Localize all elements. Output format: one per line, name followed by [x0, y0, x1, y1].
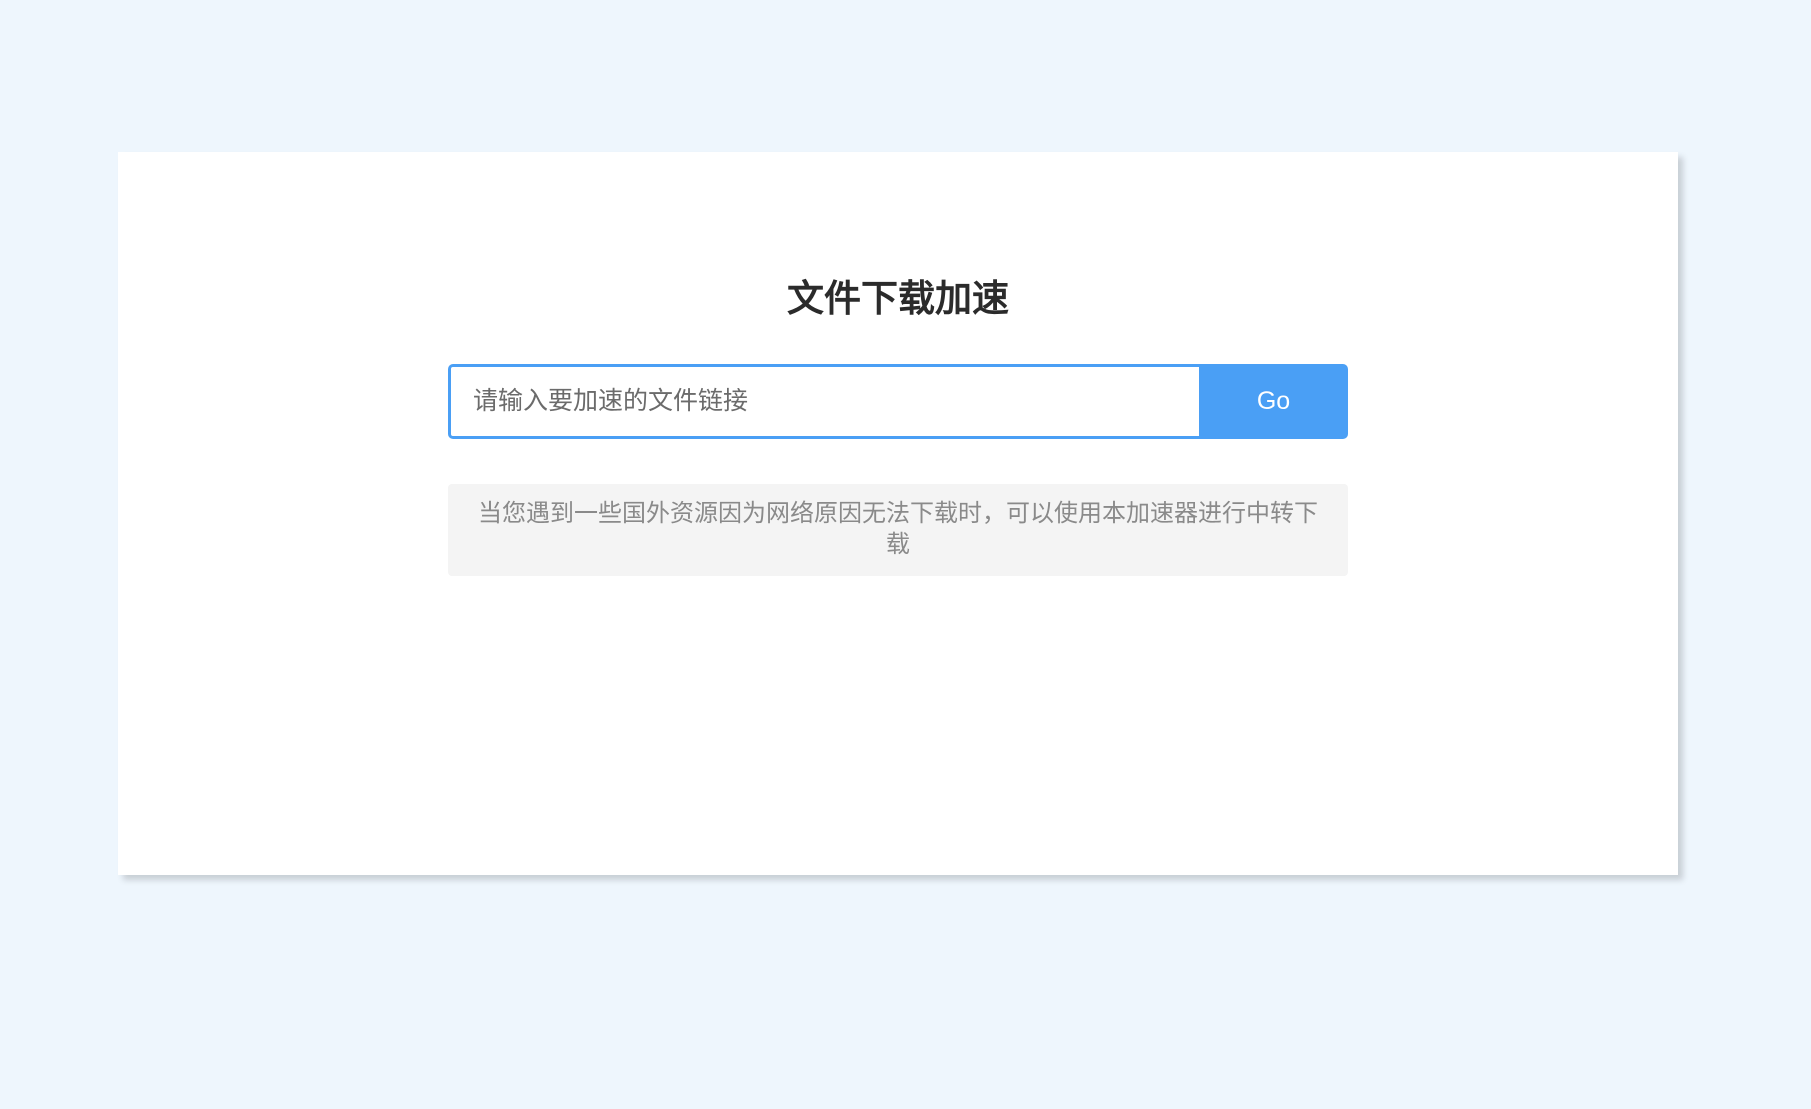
url-input[interactable] [448, 364, 1199, 439]
main-card: 文件下载加速 Go 当您遇到一些国外资源因为网络原因无法下载时，可以使用本加速器… [118, 152, 1678, 875]
info-notice: 当您遇到一些国外资源因为网络原因无法下载时，可以使用本加速器进行中转下载 [448, 484, 1348, 576]
go-button[interactable]: Go [1199, 364, 1348, 439]
notice-text: 当您遇到一些国外资源因为网络原因无法下载时，可以使用本加速器进行中转下载 [478, 500, 1318, 558]
page-title: 文件下载加速 [787, 278, 1009, 319]
url-search-form: Go [448, 364, 1348, 439]
